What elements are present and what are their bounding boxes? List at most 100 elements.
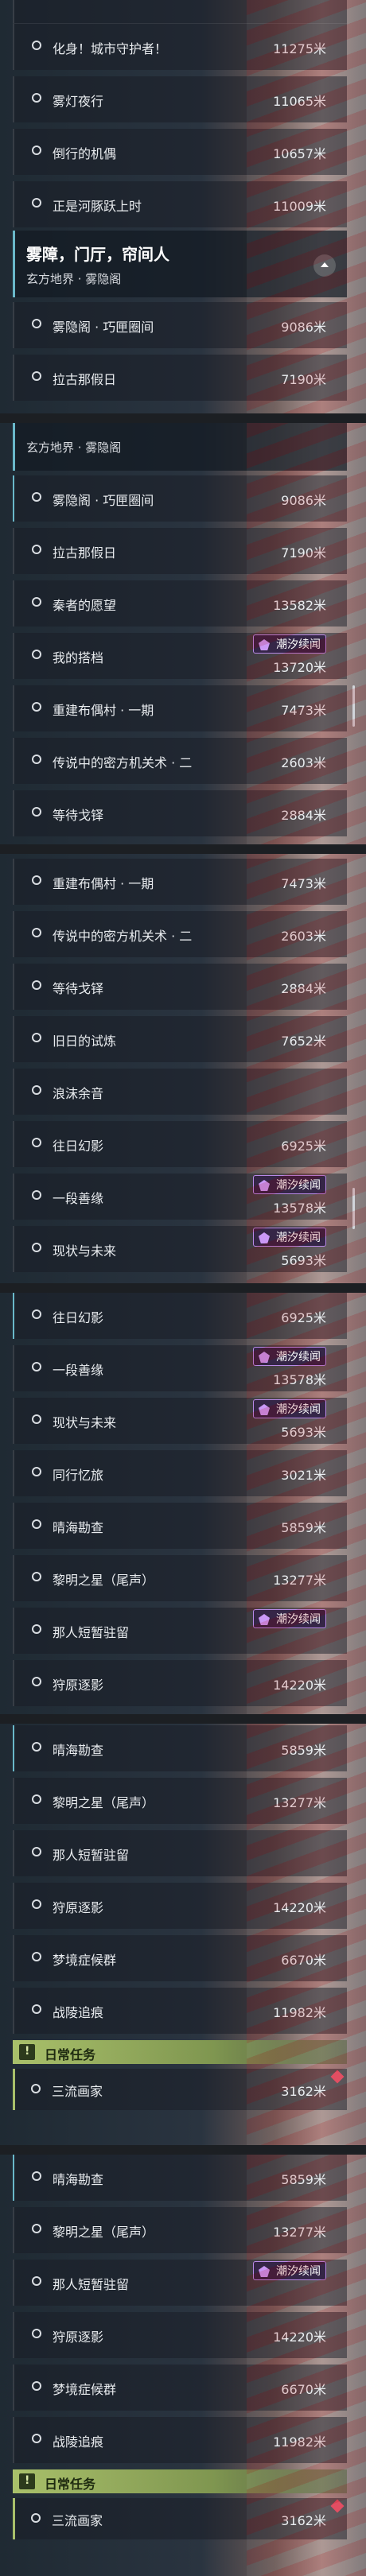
quest-name: 一段善缘	[53, 1363, 104, 1378]
quest-row[interactable]: 那人短暂驻留	[13, 1830, 347, 1876]
quest-row[interactable]: 正是河豚跃上时 11009米	[13, 181, 347, 227]
alert-diamond-icon	[330, 2499, 345, 2513]
ring-icon	[32, 371, 41, 381]
daily-quest-row[interactable]: 三流画家 3162米	[13, 2069, 347, 2110]
quest-name: 往日幻影	[53, 1310, 104, 1325]
collapse-chevron-icon[interactable]	[313, 254, 336, 277]
quest-row[interactable]: 晴海勘查 5859米	[13, 1503, 347, 1549]
quest-row[interactable]: 狩原逐影 14220米	[13, 1660, 347, 1706]
ring-icon	[32, 1624, 41, 1634]
quest-row[interactable]: 浪沫余音	[13, 1069, 347, 1115]
alert-diamond-icon	[330, 2070, 345, 2084]
tide-icon	[259, 639, 270, 650]
tide-icon	[259, 1352, 270, 1363]
quest-distance: 13277米	[273, 1573, 326, 1588]
daily-quest-row[interactable]: 三流画家 3162米	[13, 2498, 347, 2539]
quest-distance: 2884米	[281, 808, 326, 823]
ring-icon	[32, 650, 41, 659]
ring-icon	[32, 1572, 41, 1581]
ring-icon	[31, 2084, 41, 2093]
quest-row[interactable]: 一段善缘 潮汐续闻 13578米	[13, 1345, 347, 1391]
quest-row[interactable]: 那人短暂驻留 潮汐续闻	[13, 2260, 347, 2306]
quest-name: 正是河豚跃上时	[53, 199, 142, 214]
quest-row[interactable]: 往日幻影 6925米	[13, 1293, 347, 1339]
ring-icon	[32, 875, 41, 885]
quest-name: 倒行的机偶	[53, 146, 117, 161]
quest-row[interactable]: 重建布偶村 · 一期 7473米	[13, 685, 347, 731]
tide-icon	[259, 1180, 270, 1191]
quest-row[interactable]: 化身！城市守护者！ 11275米	[13, 24, 347, 70]
quest-row[interactable]: 拉古那假日 7190米	[13, 355, 347, 401]
ring-icon	[32, 1847, 41, 1856]
quest-name: 那人短暂驻留	[53, 2277, 130, 2292]
quest-row[interactable]: 等待戈铎 2884米	[13, 790, 347, 836]
quest-row[interactable]: 雾灯夜行 11065米	[13, 76, 347, 122]
event-tag-label: 潮汐续闻	[276, 1351, 321, 1364]
quest-row[interactable]: 黎明之星（尾声） 13277米	[13, 1778, 347, 1824]
quest-distance: 14220米	[273, 1900, 326, 1915]
daily-task-label: 日常任务	[45, 2477, 96, 2492]
quest-distance: 11982米	[273, 2434, 326, 2450]
daily-task-header[interactable]: 日常任务	[13, 2040, 347, 2064]
quest-distance: 3162米	[281, 2513, 326, 2528]
quest-row[interactable]	[13, 0, 347, 24]
quest-panel-2: 玄方地界 · 雾隐阁 雾隐阁 · 巧匣圈间 9086米 拉古那假日 7190米 …	[0, 423, 366, 844]
quest-row[interactable]: 战陵追痕 11982米	[13, 1988, 347, 2034]
quest-row[interactable]: 狩原逐影 14220米	[13, 1883, 347, 1929]
quest-row[interactable]: 往日幻影 6925米	[13, 1121, 347, 1167]
event-tag-label: 潮汐续闻	[276, 1232, 321, 1244]
quest-row[interactable]: 雾隐阁 · 巧匣圈间 9086米	[13, 302, 347, 348]
quest-row[interactable]: 那人短暂驻留 潮汐续闻	[13, 1608, 347, 1654]
quest-distance: 13578米	[273, 1201, 326, 1216]
quest-row[interactable]: 旧日的试炼 7652米	[13, 1016, 347, 1062]
quest-name: 黎明之星（尾声）	[53, 2225, 155, 2240]
quest-name: 那人短暂驻留	[53, 1848, 130, 1863]
quest-name: 现状与未来	[53, 1415, 117, 1430]
quest-row[interactable]: 现状与未来 潮汐续闻 5693米	[13, 1398, 347, 1444]
panel-divider	[0, 413, 366, 423]
quest-row[interactable]: 梦境症候群 6670米	[13, 2365, 347, 2411]
quest-distance: 11982米	[273, 2005, 326, 2020]
quest-row[interactable]: 一段善缘 潮汐续闻 13578米	[13, 1174, 347, 1220]
quest-name: 雾隐阁 · 巧匣圈间	[53, 493, 154, 508]
quest-row[interactable]: 狩原逐影 14220米	[13, 2312, 347, 2358]
quest-name: 战陵追痕	[53, 2005, 104, 2020]
quest-distance: 11009米	[273, 199, 326, 214]
scrollbar[interactable]	[352, 685, 355, 727]
scrollbar[interactable]	[352, 1188, 355, 1229]
quest-row[interactable]: 战陵追痕 11982米	[13, 2417, 347, 2463]
daily-task-header[interactable]: 日常任务	[13, 2469, 347, 2493]
ring-icon	[32, 492, 41, 502]
quest-row[interactable]: 雾隐阁 · 巧匣圈间 9086米	[13, 475, 347, 522]
quest-row[interactable]: 拉古那假日 7190米	[13, 528, 347, 574]
ring-icon	[32, 2434, 41, 2443]
quest-row[interactable]: 晴海勘查 5859米	[13, 1725, 347, 1771]
quest-row[interactable]: 现状与未来 潮汐续闻 5693米	[13, 1226, 347, 1272]
quest-distance: 3162米	[281, 2084, 326, 2099]
area-header[interactable]: 雾障，门厅，帘间人 玄方地界 · 雾隐阁	[13, 231, 347, 297]
quest-row[interactable]: 传说中的密方机关术 · 二 2603米	[13, 911, 347, 957]
quest-name: 现状与未来	[53, 1243, 117, 1259]
event-tag-label: 潮汐续闻	[276, 1613, 321, 1626]
panel-divider	[0, 1714, 366, 1724]
quest-row[interactable]: 我的搭档 潮汐续闻 13720米	[13, 633, 347, 679]
tide-icon	[259, 1614, 270, 1625]
quest-row[interactable]: 同行忆旅 3021米	[13, 1450, 347, 1496]
quest-row[interactable]: 梦境症候群 6670米	[13, 1935, 347, 1981]
quest-row[interactable]: 晴海勘查 5859米	[13, 2155, 347, 2201]
quest-row[interactable]: 秦者的愿望 13582米	[13, 580, 347, 627]
area-header[interactable]: 玄方地界 · 雾隐阁	[13, 423, 347, 471]
quest-row[interactable]: 倒行的机偶 10657米	[13, 129, 347, 175]
quest-row[interactable]: 重建布偶村 · 一期 7473米	[13, 859, 347, 905]
ring-icon	[32, 702, 41, 712]
quest-name: 三流画家	[52, 2084, 103, 2099]
ring-icon	[32, 1085, 41, 1095]
quest-row[interactable]: 等待戈铎 2884米	[13, 964, 347, 1010]
ring-icon	[32, 928, 41, 937]
quest-name: 晴海勘查	[53, 2172, 104, 2187]
quest-row[interactable]: 黎明之星（尾声） 13277米	[13, 1555, 347, 1601]
quest-distance: 13582米	[273, 598, 326, 613]
quest-row[interactable]: 黎明之星（尾声） 13277米	[13, 2207, 347, 2253]
quest-distance: 14220米	[273, 2330, 326, 2345]
quest-row[interactable]: 传说中的密方机关术 · 二 2603米	[13, 738, 347, 784]
